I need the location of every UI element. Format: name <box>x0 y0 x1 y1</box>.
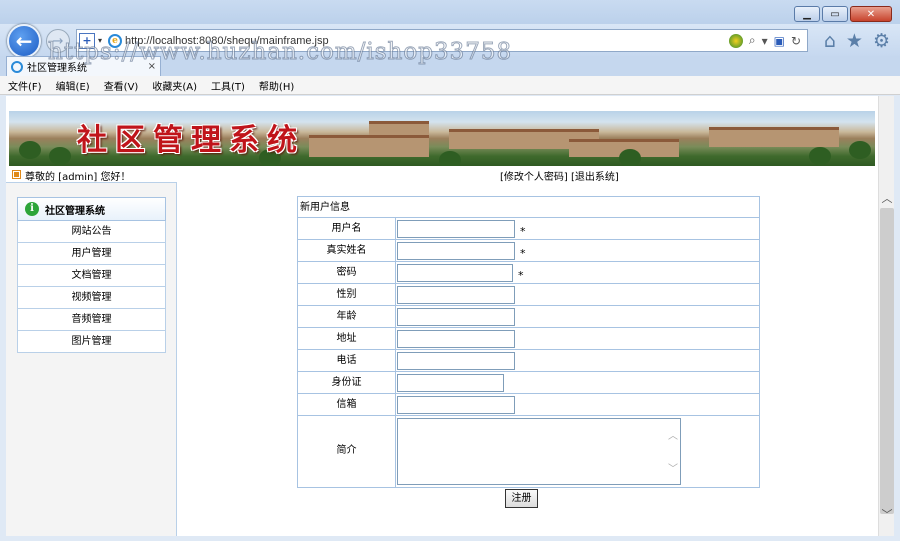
textarea-scrollbar[interactable]: ︿ ﹀ <box>666 419 680 484</box>
form-row-username: 用户名 * <box>298 218 759 240</box>
user-greeting: 尊敬的 [admin] 您好！ <box>25 172 131 183</box>
scrollbar-thumb[interactable] <box>880 208 894 514</box>
form-row-gender: 性别 <box>298 284 759 306</box>
register-form: 新用户信息 用户名 * 真实姓名 * 密码 * 性别 年龄 地址 电话 身份证 … <box>297 196 760 488</box>
address-tools: ⌕ ▾ ▣ ↻ <box>728 33 807 48</box>
form-row-password: 密码 * <box>298 262 759 284</box>
main-content: 新用户信息 用户名 * 真实姓名 * 密码 * 性别 年龄 地址 电话 身份证 … <box>177 182 878 536</box>
form-row-age: 年龄 <box>298 306 759 328</box>
ie-tab-icon <box>11 60 23 73</box>
menu-help[interactable]: 帮助(H) <box>259 78 294 93</box>
required-mark: * <box>520 225 526 238</box>
menu-file[interactable]: 文件(F) <box>8 78 42 93</box>
form-row-phone: 电话 <box>298 350 759 372</box>
email-field[interactable] <box>397 396 515 414</box>
age-field[interactable] <box>397 308 515 326</box>
banner-title: 社区管理系统 <box>77 123 305 158</box>
chevron-up-icon[interactable]: ︿ <box>879 192 895 208</box>
bullet-icon <box>12 170 21 179</box>
required-mark: * <box>518 269 524 282</box>
page-icon[interactable]: ▣ <box>774 34 785 48</box>
phone-field[interactable] <box>397 352 515 370</box>
intro-textarea[interactable]: ︿ ﹀ <box>397 418 681 485</box>
form-row-realname: 真实姓名 * <box>298 240 759 262</box>
field-label: 密码 <box>298 262 396 283</box>
sidebar: i 社区管理系统 网站公告 用户管理 文档管理 视频管理 音频管理 图片管理 <box>6 182 177 536</box>
search-icon[interactable]: ⌕ <box>749 33 756 48</box>
sidebar-item-documents[interactable]: 文档管理 <box>17 265 166 287</box>
field-label: 性别 <box>298 284 396 305</box>
form-row-intro: 简介 ︿ ﹀ <box>298 416 759 487</box>
form-row-email: 信箱 <box>298 394 759 416</box>
field-label: 电话 <box>298 350 396 371</box>
chevron-down-icon[interactable]: ▾ <box>95 36 105 45</box>
compat-view-icon[interactable] <box>728 33 743 48</box>
menu-edit[interactable]: 编辑(E) <box>56 78 90 93</box>
sidebar-item-images[interactable]: 图片管理 <box>17 331 166 353</box>
chevron-down-icon[interactable]: ▾ <box>762 34 768 48</box>
account-links[interactable]: [修改个人密码] [退出系统] <box>500 168 619 183</box>
address-bar[interactable]: + ▾ e http://localhost:8080/shequ/mainfr… <box>76 29 808 52</box>
maximize-button[interactable]: ▭ <box>822 6 848 22</box>
close-icon[interactable]: × <box>148 61 156 72</box>
page-scrollbar[interactable]: ︿ ﹀ <box>878 96 894 536</box>
refresh-icon[interactable]: ↻ <box>791 34 801 48</box>
address-field[interactable] <box>397 330 515 348</box>
sidebar-item-announcements[interactable]: 网站公告 <box>17 221 166 243</box>
star-icon[interactable]: ★ <box>846 30 863 52</box>
chevron-up-icon[interactable]: ︿ <box>666 427 680 442</box>
ie-page-icon: e <box>108 33 122 48</box>
sidebar-item-users[interactable]: 用户管理 <box>17 243 166 265</box>
menu-view[interactable]: 查看(V) <box>104 78 139 93</box>
form-row-address: 地址 <box>298 328 759 350</box>
field-label: 信箱 <box>298 394 396 415</box>
realname-field[interactable] <box>397 242 515 260</box>
page-viewport: 社区管理系统 尊敬的 [admin] 您好！ [修改个人密码] [退出系统] i… <box>6 96 878 536</box>
gender-field[interactable] <box>397 286 515 304</box>
username-field[interactable] <box>397 220 515 238</box>
sidebar-item-videos[interactable]: 视频管理 <box>17 287 166 309</box>
required-mark: * <box>520 247 526 260</box>
info-icon: i <box>25 202 39 216</box>
chevron-down-icon[interactable]: ﹀ <box>666 460 680 475</box>
address-url[interactable]: http://localhost:8080/shequ/mainframe.js… <box>125 35 729 47</box>
field-label: 地址 <box>298 328 396 349</box>
menu-tools[interactable]: 工具(T) <box>211 78 245 93</box>
sidebar-title: 社区管理系统 <box>45 205 105 217</box>
field-label: 身份证 <box>298 372 396 393</box>
menu-favorites[interactable]: 收藏夹(A) <box>152 78 197 93</box>
back-arrow-icon[interactable]: ← <box>7 24 41 58</box>
browser-tab[interactable]: 社区管理系统 × <box>6 56 161 76</box>
compatibility-icon[interactable]: + <box>79 32 95 49</box>
field-label: 用户名 <box>298 218 396 239</box>
window-controls: ▁ ▭ ✕ <box>794 6 892 22</box>
register-button[interactable]: 注册 <box>505 489 538 508</box>
field-label: 年龄 <box>298 306 396 327</box>
tab-title: 社区管理系统 <box>27 63 87 74</box>
menu-bar: 文件(F) 编辑(E) 查看(V) 收藏夹(A) 工具(T) 帮助(H) <box>0 76 900 95</box>
minimize-button[interactable]: ▁ <box>794 6 820 22</box>
banner-image: 社区管理系统 <box>9 111 875 166</box>
toolbar-icons: ⌂ ★ ⚙ <box>824 30 890 52</box>
gear-icon[interactable]: ⚙ <box>873 30 890 52</box>
home-icon[interactable]: ⌂ <box>824 30 836 52</box>
chevron-down-icon[interactable]: ﹀ <box>879 508 895 524</box>
sidebar-header: i 社区管理系统 <box>17 197 166 221</box>
form-title: 新用户信息 <box>298 197 759 218</box>
idcard-field[interactable] <box>397 374 504 392</box>
field-label: 真实姓名 <box>298 240 396 261</box>
password-field[interactable] <box>397 264 513 282</box>
field-label: 简介 <box>298 416 396 487</box>
tab-strip: 社区管理系统 × <box>0 56 900 76</box>
user-bar: 尊敬的 [admin] 您好！ [修改个人密码] [退出系统] <box>6 168 878 183</box>
forward-arrow-icon[interactable]: → <box>46 29 70 53</box>
sidebar-item-audio[interactable]: 音频管理 <box>17 309 166 331</box>
close-window-button[interactable]: ✕ <box>850 6 892 22</box>
form-row-idcard: 身份证 <box>298 372 759 394</box>
